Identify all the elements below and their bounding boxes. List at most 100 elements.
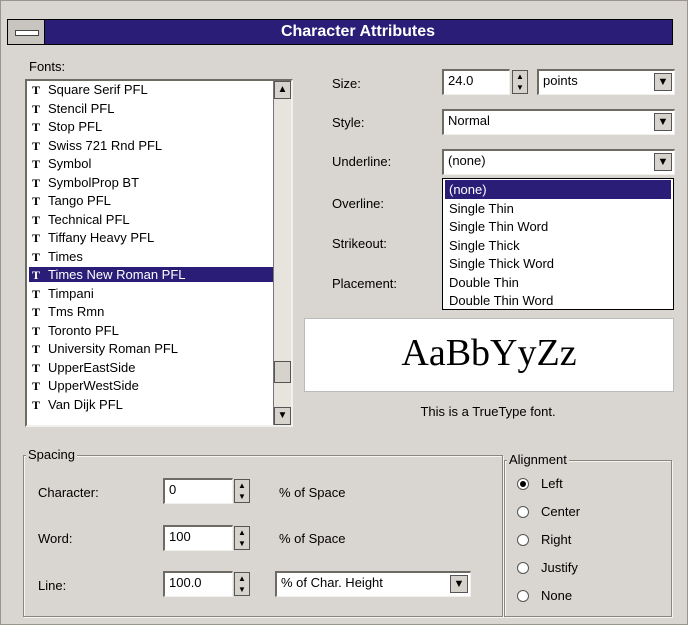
spin-up-icon: ▲ xyxy=(516,72,524,81)
radio-icon[interactable] xyxy=(517,478,529,490)
font-list-item[interactable]: T Stop PFL xyxy=(29,119,273,134)
font-list-item[interactable]: T Times xyxy=(29,249,273,264)
font-name: UpperWestSide xyxy=(48,378,139,393)
fonts-listbox[interactable]: T Square Serif PFL T Stencil PFL T Stop PFL T S… xyxy=(25,79,293,427)
underline-option[interactable]: Single Thin xyxy=(445,199,671,218)
system-menu-button[interactable] xyxy=(8,20,45,44)
underline-dropdown-list[interactable]: (none) Single Thin Single Thin Word Single … xyxy=(442,178,674,310)
truetype-icon: T xyxy=(31,231,40,245)
line-label: Line: xyxy=(38,578,67,593)
font-list-item[interactable]: T UpperEastSide xyxy=(29,360,273,375)
alignment-option-justify[interactable]: Justify xyxy=(517,559,657,577)
font-list-item[interactable]: T Tango PFL xyxy=(29,193,273,208)
scroll-up-button[interactable]: ▲ xyxy=(274,81,291,99)
font-name: Tms Rmn xyxy=(48,304,105,319)
underline-label: Underline: xyxy=(332,154,391,169)
font-name: Symbol xyxy=(48,156,92,171)
font-list-item[interactable]: T Tms Rmn xyxy=(29,304,273,319)
spacing-title: Spacing xyxy=(26,447,77,462)
font-list-item[interactable]: T Toronto PFL xyxy=(29,323,273,338)
font-name: Stencil PFL xyxy=(48,100,115,116)
underline-option[interactable]: Single Thin Word xyxy=(445,217,671,236)
font-list-item[interactable]: T University Roman PFL xyxy=(29,341,273,356)
spin-up-icon: ▲ xyxy=(238,481,246,490)
chevron-down-icon[interactable]: ▼ xyxy=(450,575,468,593)
font-list-item[interactable]: T UpperWestSide xyxy=(29,378,273,393)
underline-option[interactable]: Single Thick xyxy=(445,236,671,255)
alignment-label: None xyxy=(541,588,573,603)
style-value: Normal xyxy=(448,113,490,128)
alignment-label: Justify xyxy=(541,560,578,575)
size-label: Size: xyxy=(332,76,361,91)
underline-option[interactable]: Double Thin xyxy=(445,273,671,292)
radio-icon[interactable] xyxy=(517,506,529,518)
radio-icon[interactable] xyxy=(517,590,529,602)
underline-option[interactable]: Single Thick Word xyxy=(445,254,671,273)
word-unit: % of Space xyxy=(279,531,346,546)
alignment-option-left[interactable]: Left xyxy=(517,475,657,493)
word-spinner[interactable]: ▲ ▼ xyxy=(234,526,250,550)
alignment-label: Left xyxy=(541,476,563,491)
font-list-item[interactable]: T Van Dijk PFL xyxy=(29,397,273,412)
font-list-item[interactable]: T Timpani xyxy=(29,286,273,301)
truetype-icon: T xyxy=(31,268,40,282)
alignment-group: Alignment Left Center Right Justify None xyxy=(504,452,672,617)
window-title: Character Attributes xyxy=(280,23,436,40)
font-list-item[interactable]: T Times New Roman PFL xyxy=(29,267,273,282)
scroll-down-button[interactable]: ▼ xyxy=(274,407,291,425)
placement-label: Placement: xyxy=(332,276,398,291)
size-input[interactable]: 24.0 xyxy=(442,69,510,95)
line-spinner[interactable]: ▲ ▼ xyxy=(234,572,250,596)
font-list-item[interactable]: T Tiffany Heavy PFL xyxy=(29,230,273,245)
strikeout-label: Strikeout: xyxy=(332,236,387,251)
line-spacing-input[interactable]: 100.0 xyxy=(163,571,233,597)
truetype-icon: T xyxy=(31,342,40,356)
scroll-thumb[interactable] xyxy=(274,361,291,383)
style-select[interactable]: Normal ▼ xyxy=(442,109,675,135)
fonts-scrollbar[interactable]: ▲ ▼ xyxy=(273,81,291,425)
truetype-icon: T xyxy=(31,360,40,375)
chevron-down-icon[interactable]: ▼ xyxy=(654,153,672,171)
chevron-down-icon[interactable]: ▼ xyxy=(654,113,672,131)
chevron-down-icon[interactable]: ▼ xyxy=(654,73,672,91)
system-menu-icon xyxy=(15,30,39,36)
spin-down-icon: ▼ xyxy=(516,83,524,92)
style-label: Style: xyxy=(332,115,365,130)
truetype-icon: T xyxy=(31,286,40,301)
font-list-item[interactable]: T Stencil PFL xyxy=(29,101,273,116)
line-unit-value: % of Char. Height xyxy=(281,575,383,590)
size-unit-select[interactable]: points ▼ xyxy=(537,69,675,95)
line-unit-select[interactable]: % of Char. Height ▼ xyxy=(275,571,471,597)
character-spinner[interactable]: ▲ ▼ xyxy=(234,479,250,503)
underline-select[interactable]: (none) ▼ xyxy=(442,149,675,175)
font-type-note: This is a TrueType font. xyxy=(420,404,556,419)
radio-icon[interactable] xyxy=(517,534,529,546)
size-spinner[interactable]: ▲ ▼ xyxy=(512,70,528,94)
style-label-text: Style: xyxy=(332,115,365,130)
truetype-icon: T xyxy=(31,379,40,393)
overline-label: Overline: xyxy=(332,196,385,211)
font-list-item[interactable]: T Swiss 721 Rnd PFL xyxy=(29,138,273,153)
alignment-option-none[interactable]: None xyxy=(517,587,657,605)
font-list-item[interactable]: T Technical PFL xyxy=(29,212,273,227)
truetype-icon: T xyxy=(31,323,40,338)
font-list-item[interactable]: T Symbol xyxy=(29,156,273,171)
character-unit: % of Space xyxy=(279,485,346,500)
underline-option[interactable]: Double Thin Word xyxy=(445,291,671,310)
spin-up-icon: ▲ xyxy=(238,528,246,537)
font-list-item[interactable]: T Square Serif PFL xyxy=(29,82,273,97)
word-spacing-input[interactable]: 100 xyxy=(163,525,233,551)
underline-option[interactable]: (none) xyxy=(445,180,671,199)
truetype-icon: T xyxy=(31,101,40,116)
truetype-icon: T xyxy=(31,175,40,190)
character-label: Character: xyxy=(38,485,99,500)
radio-icon[interactable] xyxy=(517,562,529,574)
font-name: Times xyxy=(48,248,83,264)
font-list-item[interactable]: T SymbolProp BT xyxy=(29,175,273,190)
character-spacing-input[interactable]: 0 xyxy=(163,478,233,504)
alignment-option-right[interactable]: Right xyxy=(517,531,657,549)
size-label-text: Size: xyxy=(332,76,361,91)
font-name: UpperEastSide xyxy=(48,359,136,375)
preview-sample: AaBbYyZz xyxy=(401,332,577,374)
alignment-option-center[interactable]: Center xyxy=(517,503,657,521)
